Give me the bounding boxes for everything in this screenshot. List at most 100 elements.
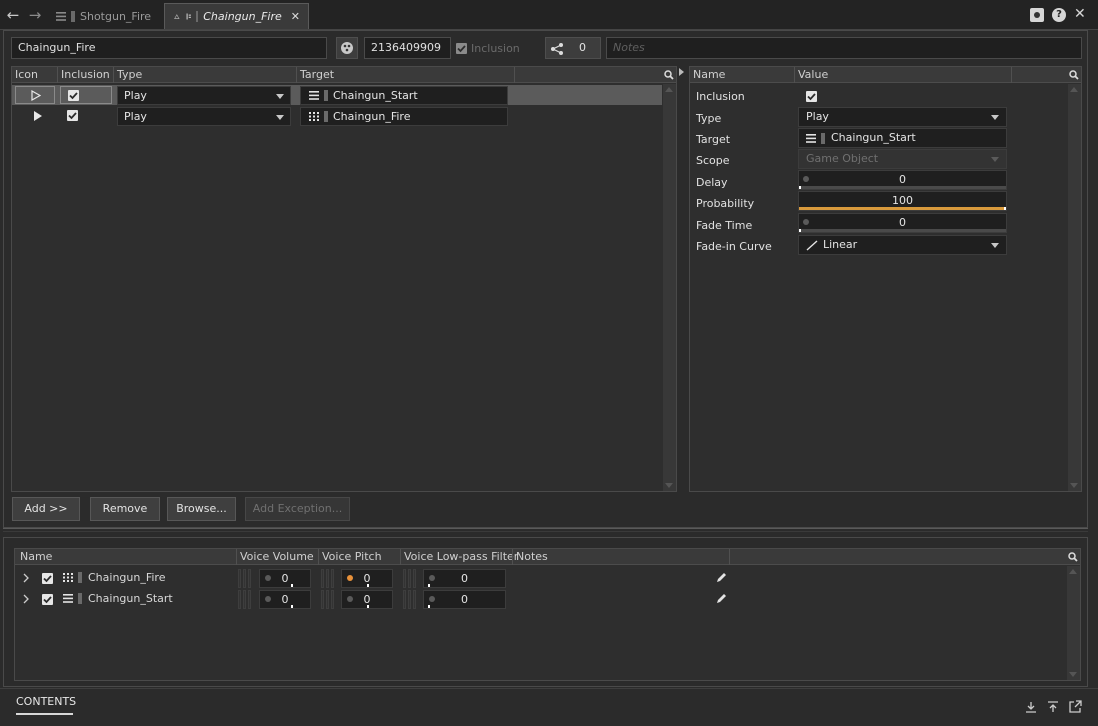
scroll-up-icon[interactable] bbox=[1069, 569, 1077, 574]
bottom-tab-strip: CONTENTS bbox=[0, 688, 1098, 726]
target-field[interactable]: Chaingun_Start bbox=[300, 86, 508, 105]
voice-lpf-slider[interactable]: 0 bbox=[423, 569, 506, 588]
color-picker-button[interactable] bbox=[336, 37, 358, 59]
tab-shotgun-fire[interactable]: Shotgun_Fire bbox=[48, 3, 159, 29]
column-header[interactable]: Type bbox=[113, 67, 142, 83]
voice-pitch-slider[interactable]: 0 bbox=[341, 569, 393, 588]
delay-slider[interactable]: 0 bbox=[798, 170, 1007, 190]
table-row[interactable]: Play Chaingun_Start bbox=[12, 85, 662, 105]
vertical-scrollbar[interactable] bbox=[663, 84, 676, 491]
properties-header: Name Value bbox=[690, 67, 1081, 83]
action-icon bbox=[186, 13, 191, 20]
edit-pencil-icon[interactable] bbox=[715, 572, 727, 584]
tab-chaingun-fire[interactable]: Chaingun_Fire ✕ bbox=[164, 3, 309, 29]
column-header[interactable] bbox=[729, 549, 733, 565]
inclusion-label: Inclusion bbox=[471, 42, 520, 55]
voice-volume-slider[interactable]: 0 bbox=[259, 569, 311, 588]
remove-button[interactable]: Remove bbox=[90, 497, 160, 521]
column-header[interactable] bbox=[514, 67, 518, 83]
meter-icon bbox=[403, 590, 417, 609]
color-bar-icon bbox=[196, 11, 199, 22]
inclusion-checkbox bbox=[456, 43, 467, 54]
contents-header: Name Voice Volume Voice Pitch Voice Low-… bbox=[15, 549, 1080, 565]
color-bar-icon bbox=[324, 90, 328, 101]
contents-panel: Name Voice Volume Voice Pitch Voice Low-… bbox=[14, 548, 1081, 681]
notes-field[interactable]: Notes bbox=[606, 37, 1082, 59]
close-window-icon[interactable]: ✕ bbox=[1074, 6, 1086, 22]
add-button[interactable]: Add >> bbox=[12, 497, 80, 521]
scroll-down-icon[interactable] bbox=[1070, 483, 1078, 488]
type-dropdown[interactable]: Play bbox=[117, 107, 291, 126]
target-field[interactable]: Chaingun_Fire bbox=[300, 107, 508, 126]
collapse-arrow-icon[interactable] bbox=[679, 68, 684, 76]
column-header[interactable]: Notes bbox=[512, 549, 548, 565]
meter-icon bbox=[238, 569, 252, 588]
play-icon bbox=[34, 111, 42, 121]
chevron-right-icon[interactable] bbox=[23, 573, 29, 583]
back-arrow-icon[interactable]: ← bbox=[5, 7, 21, 23]
scroll-down-icon[interactable] bbox=[665, 483, 673, 488]
color-bar-icon bbox=[78, 593, 82, 604]
column-header[interactable]: Name bbox=[15, 549, 52, 565]
browse-button[interactable]: Browse... bbox=[167, 497, 236, 521]
palette-icon bbox=[341, 42, 353, 54]
object-name: Chaingun_Start bbox=[88, 592, 173, 605]
dock-down-icon[interactable] bbox=[1025, 701, 1037, 713]
object-name-input[interactable]: Chaingun_Fire bbox=[11, 37, 327, 59]
close-tab-icon[interactable]: ✕ bbox=[291, 10, 300, 23]
tab-contents[interactable]: CONTENTS bbox=[16, 695, 76, 708]
target-field[interactable]: Chaingun_Start bbox=[798, 128, 1007, 148]
snap-icon[interactable] bbox=[1030, 8, 1044, 22]
list-icon bbox=[56, 11, 66, 21]
inclusion-checkbox[interactable] bbox=[42, 573, 53, 584]
forward-arrow-icon[interactable]: → bbox=[27, 7, 43, 23]
scroll-up-icon[interactable] bbox=[665, 87, 673, 92]
column-header[interactable]: Voice Pitch bbox=[318, 549, 382, 565]
search-icon[interactable] bbox=[1069, 70, 1079, 80]
share-references-button[interactable]: 0 bbox=[545, 37, 601, 59]
voice-lpf-slider[interactable]: 0 bbox=[423, 590, 506, 609]
pop-out-icon[interactable] bbox=[1069, 700, 1082, 713]
chevron-right-icon[interactable] bbox=[23, 594, 29, 604]
voice-volume-slider[interactable]: 0 bbox=[259, 590, 311, 609]
inclusion-checkbox[interactable] bbox=[42, 594, 53, 605]
type-dropdown[interactable]: Play bbox=[117, 86, 291, 105]
fade-time-slider[interactable]: 0 bbox=[798, 213, 1007, 233]
chevron-down-icon bbox=[276, 115, 284, 120]
edit-pencil-icon[interactable] bbox=[715, 593, 727, 605]
dock-up-icon[interactable] bbox=[1047, 701, 1059, 713]
inclusion-checkbox[interactable] bbox=[806, 91, 817, 102]
type-dropdown[interactable]: Play bbox=[798, 107, 1007, 127]
grid-icon bbox=[63, 573, 73, 582]
list-item[interactable]: Chaingun_Fire 0 0 0 bbox=[15, 568, 1065, 589]
column-header[interactable]: Inclusion bbox=[57, 67, 110, 83]
column-header[interactable]: Name bbox=[690, 67, 725, 83]
recycle-icon bbox=[174, 13, 180, 19]
fade-curve-dropdown[interactable]: Linear bbox=[798, 235, 1007, 255]
table-row[interactable]: Play Chaingun_Fire bbox=[12, 106, 662, 126]
list-item[interactable]: Chaingun_Start 0 0 0 bbox=[15, 589, 1065, 610]
inclusion-checkbox[interactable] bbox=[68, 90, 79, 101]
vertical-scrollbar[interactable] bbox=[1067, 566, 1080, 680]
share-count: 0 bbox=[579, 41, 586, 54]
probability-slider[interactable]: 100 bbox=[798, 191, 1007, 211]
scroll-down-icon[interactable] bbox=[1069, 672, 1077, 677]
column-header[interactable]: Voice Low-pass Filter bbox=[400, 549, 518, 565]
scroll-up-icon[interactable] bbox=[1070, 87, 1078, 92]
vertical-scrollbar[interactable] bbox=[1068, 84, 1081, 491]
entries-panel: Icon Inclusion Type Target Play Chaingun… bbox=[11, 66, 677, 492]
search-icon[interactable] bbox=[664, 70, 674, 80]
column-header[interactable]: Voice Volume bbox=[236, 549, 314, 565]
entries-header: Icon Inclusion Type Target bbox=[12, 67, 676, 83]
inclusion-checkbox[interactable] bbox=[67, 110, 78, 121]
color-bar-icon bbox=[324, 111, 328, 122]
add-exception-button[interactable]: Add Exception... bbox=[245, 497, 350, 521]
column-header[interactable]: Value bbox=[794, 67, 828, 83]
voice-pitch-slider[interactable]: 0 bbox=[341, 590, 393, 609]
column-header[interactable]: Target bbox=[296, 67, 334, 83]
object-name: Chaingun_Fire bbox=[88, 571, 166, 584]
column-header[interactable]: Icon bbox=[12, 67, 38, 83]
column-header[interactable] bbox=[1011, 67, 1015, 83]
help-icon[interactable]: ? bbox=[1052, 8, 1066, 22]
search-icon[interactable] bbox=[1068, 552, 1078, 562]
